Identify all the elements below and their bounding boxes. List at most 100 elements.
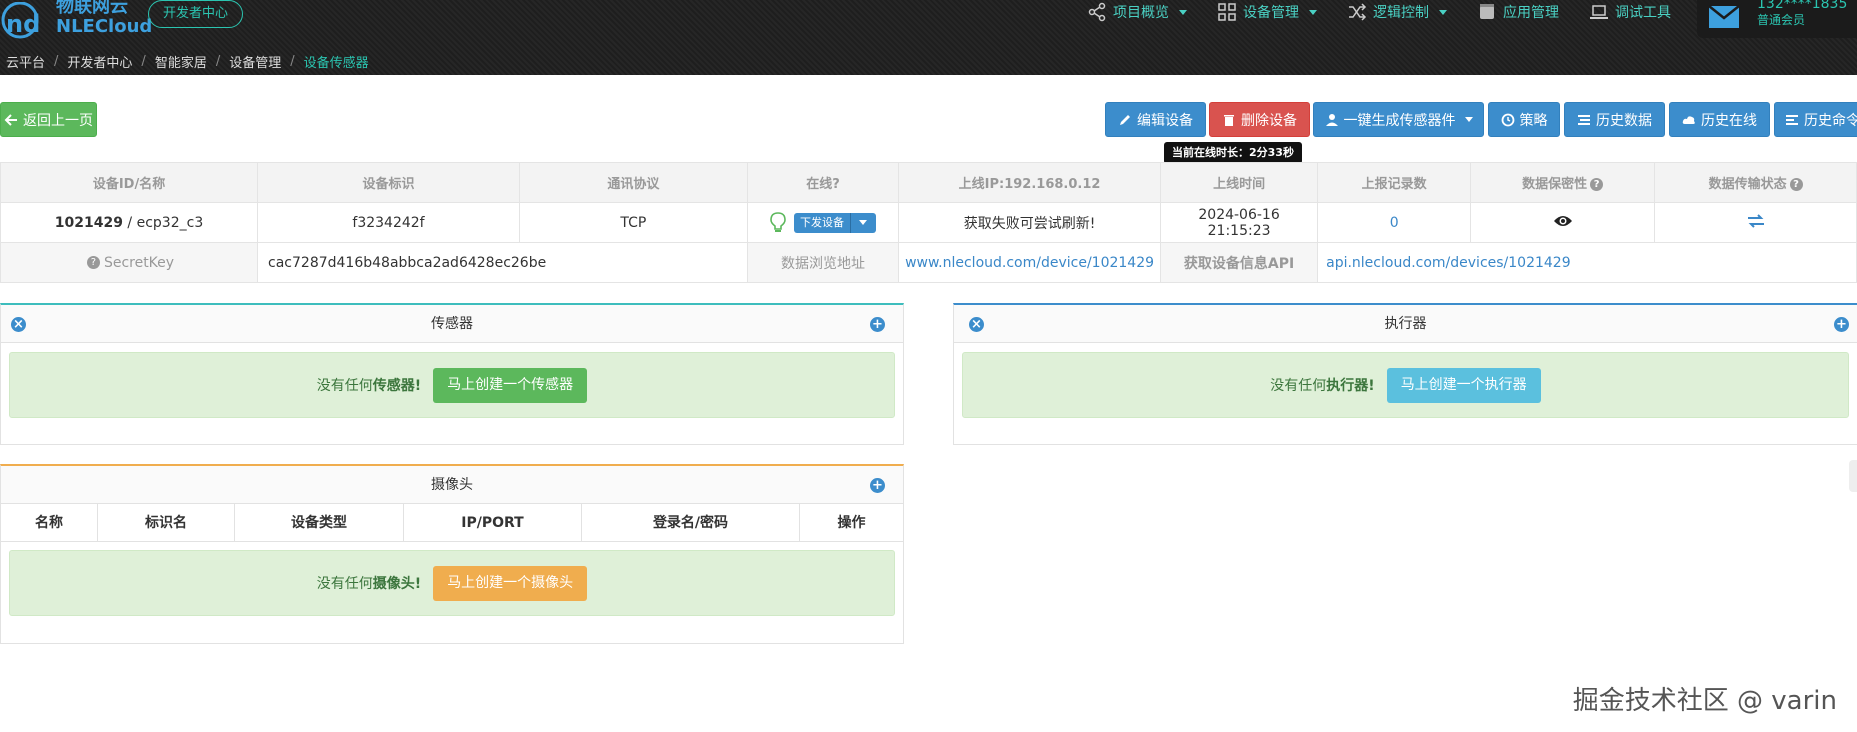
generate-label: 一键生成传感器件 <box>1343 112 1456 129</box>
brand-name-en: NLECloud <box>56 16 153 37</box>
breadcrumb-item[interactable]: 云平台 <box>6 52 45 71</box>
mail-icon[interactable] <box>1705 4 1745 34</box>
browse-url-link[interactable]: www.nlecloud.com/device/1021429 <box>905 255 1154 271</box>
online-duration-tooltip: 当前在线时长：2分33秒 <box>1164 142 1302 169</box>
user-role: 普通会员 <box>1757 13 1806 28</box>
history-data-button[interactable]: 历史数据 <box>1564 102 1665 137</box>
breadcrumb-item[interactable]: 开发者中心 <box>67 52 132 71</box>
nav-project-overview[interactable]: 项目概览 <box>1087 0 1187 24</box>
device-tag: f3234242f <box>257 202 520 243</box>
col-header: 通讯协议 <box>518 162 748 203</box>
chevron-down-icon <box>1309 9 1317 15</box>
help-icon[interactable]: ? <box>86 256 100 269</box>
send-device-button[interactable]: 下发设备 <box>793 212 850 233</box>
browse-url-cell: www.nlecloud.com/device/1021429 <box>898 242 1162 283</box>
separator: / <box>122 214 137 231</box>
list-icon <box>1578 114 1590 125</box>
send-device-toggle[interactable] <box>849 212 876 233</box>
exchange-icon[interactable] <box>1747 213 1765 228</box>
chevron-down-icon <box>1439 9 1447 15</box>
collapse-icon[interactable]: × <box>11 317 26 332</box>
empty-prefix: 没有任何 <box>316 378 373 394</box>
col-header: 操作 <box>837 515 866 531</box>
nav-label: 调试工具 <box>1615 5 1671 21</box>
align-left-icon <box>1786 114 1798 125</box>
edit-device-button[interactable]: 编辑设备 <box>1105 102 1206 137</box>
secret-key-label: SecretKey <box>103 254 175 271</box>
col-header: 设备标识 <box>257 162 520 203</box>
ip-status: 获取失败可尝试刷新! <box>898 202 1162 243</box>
col-header: 登录名/密码 <box>582 504 800 541</box>
record-count-cell: 0 <box>1317 202 1472 243</box>
arrow-left-icon <box>4 113 17 126</box>
add-icon[interactable]: + <box>870 317 885 332</box>
actuator-panel: × 执行器 + 没有任何执行器! 马上创建一个执行器 <box>953 303 1857 445</box>
col-header: 设备类型 <box>235 504 404 541</box>
history-online-button[interactable]: 历史在线 <box>1669 102 1770 137</box>
device-protocol: TCP <box>518 202 748 243</box>
user-box[interactable]: 132****1835 普通会员 <box>1697 0 1857 38</box>
camera-panel-header: 摄像头 + <box>1 466 903 504</box>
user-tie-icon <box>1325 113 1338 126</box>
send-device-dropdown[interactable]: 下发设备 <box>793 212 876 233</box>
watermark: 掘金技术社区 @ varin <box>1572 686 1837 716</box>
nav-label: 设备管理 <box>1243 5 1299 21</box>
strategy-button[interactable]: 策略 <box>1488 102 1560 137</box>
add-icon[interactable]: + <box>1834 317 1849 332</box>
empty-prefix: 没有任何 <box>1270 378 1327 394</box>
create-camera-button[interactable]: 马上创建一个摄像头 <box>433 565 588 601</box>
nav-logic-control[interactable]: 逻辑控制 <box>1347 0 1447 24</box>
nav-debug-tools[interactable]: 调试工具 <box>1589 0 1671 24</box>
camera-panel: 摄像头 + 名称 标识名 设备类型 IP/PORT 登录名/密码 操作 没有任何… <box>0 464 904 644</box>
developer-center-badge[interactable]: 开发者中心 <box>148 0 244 28</box>
device-info-table: 设备ID/名称 设备标识 通讯协议 在线? 上线IP:192.168.0.12 … <box>0 162 1857 283</box>
breadcrumb-item[interactable]: 设备管理 <box>229 52 281 71</box>
scroll-handle[interactable] <box>1849 460 1857 492</box>
col-header: 在线? <box>746 162 900 203</box>
shuffle-icon <box>1349 3 1367 21</box>
breadcrumb: 云平台 / 开发者中心 / 智能家居 / 设备管理 / 设备传感器 <box>6 52 369 71</box>
top-navbar: nd 物联网云 NLECloud 开发者中心 项目概览 设备管理 逻辑控制 应用… <box>0 0 1857 75</box>
nav-app-management[interactable]: 应用管理 <box>1477 0 1559 24</box>
device-name: ecp32_c3 <box>136 214 204 231</box>
api-url-link[interactable]: api.nlecloud.com/devices/1021429 <box>1326 255 1571 271</box>
collapse-icon[interactable]: × <box>969 317 984 332</box>
eye-icon[interactable] <box>1553 214 1573 228</box>
privacy-label: 数据保密性 <box>1522 177 1588 192</box>
col-header: 上报记录数 <box>1317 162 1472 203</box>
actuator-panel-header: × 执行器 + <box>954 305 1857 343</box>
breadcrumb-item[interactable]: 智能家居 <box>155 52 207 71</box>
privacy-cell <box>1470 202 1656 243</box>
delete-device-button[interactable]: 删除设备 <box>1209 102 1310 137</box>
back-button[interactable]: 返回上一页 <box>0 102 97 137</box>
create-sensor-button[interactable]: 马上创建一个传感器 <box>433 367 588 403</box>
lightbulb-icon <box>770 211 786 232</box>
api-url-cell: api.nlecloud.com/devices/1021429 <box>1317 242 1857 283</box>
device-id: 1021429 <box>54 214 123 231</box>
generate-sensors-button[interactable]: 一键生成传感器件 <box>1313 102 1484 137</box>
sensor-empty-alert: 没有任何传感器! 马上创建一个传感器 <box>9 352 895 418</box>
col-header: IP/PORT <box>404 504 582 541</box>
empty-bold: 传感器! <box>372 378 422 394</box>
empty-bold: 摄像头! <box>372 576 422 592</box>
help-icon[interactable]: ? <box>1789 178 1803 191</box>
browse-label: 数据浏览地址 <box>746 242 900 283</box>
history-command-button[interactable]: 历史命令 <box>1774 102 1857 137</box>
create-actuator-button[interactable]: 马上创建一个执行器 <box>1386 367 1541 403</box>
add-icon[interactable]: + <box>870 478 885 493</box>
strategy-label: 策略 <box>1519 112 1548 129</box>
col-header: 标识名 <box>98 504 235 541</box>
record-count-link[interactable]: 0 <box>1390 215 1399 231</box>
grid-icon <box>1218 3 1236 21</box>
sensor-panel: × 传感器 + 没有任何传感器! 马上创建一个传感器 <box>0 303 904 445</box>
edit-label: 编辑设备 <box>1137 112 1193 129</box>
nav-device-management[interactable]: 设备管理 <box>1217 0 1317 24</box>
user-phone: 132****1835 <box>1757 0 1848 13</box>
main-nav: 项目概览 设备管理 逻辑控制 应用管理 调试工具 <box>1087 0 1671 24</box>
breadcrumb-current: 设备传感器 <box>303 56 369 71</box>
transfer-cell <box>1654 202 1857 243</box>
clock-icon <box>1501 113 1514 126</box>
logo[interactable]: nd 物联网云 NLECloud <box>0 0 152 42</box>
help-icon[interactable]: ? <box>1590 178 1604 191</box>
app-icon <box>1480 4 1494 19</box>
